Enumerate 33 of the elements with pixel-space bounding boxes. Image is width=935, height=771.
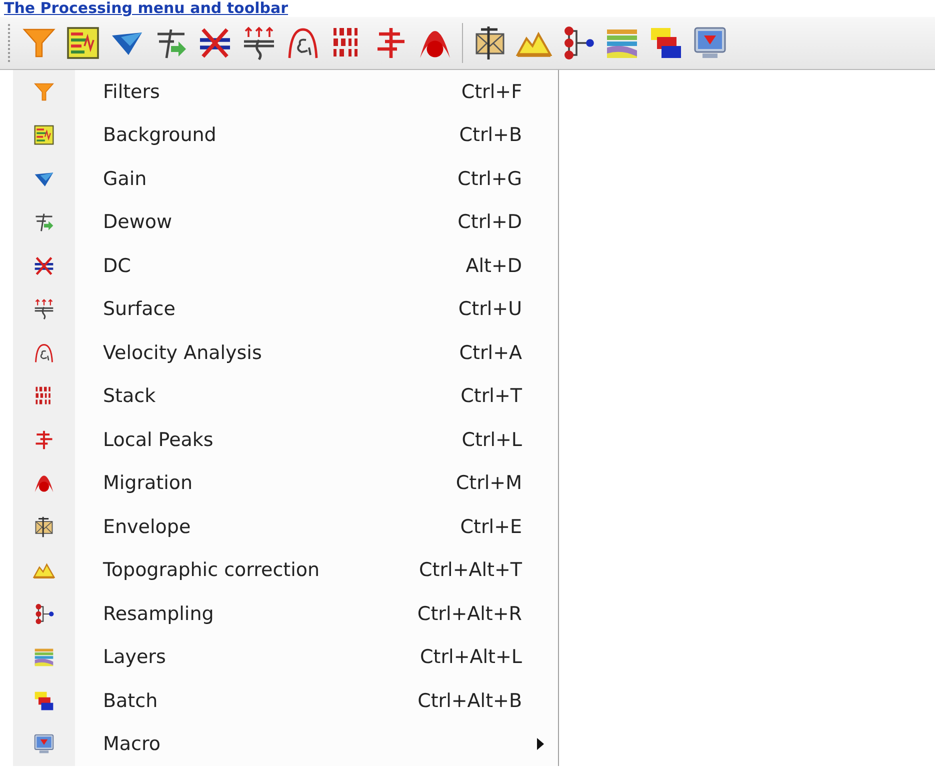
dot-tree-icon	[33, 602, 55, 625]
menu-item[interactable]: Stack Ctrl+T	[13, 374, 558, 418]
menu-item[interactable]: Envelope Ctrl+E	[13, 505, 558, 548]
menu-item[interactable]: Surface Ctrl+U	[13, 288, 558, 331]
heading-link[interactable]: The Processing menu and toolbar	[0, 0, 935, 17]
arc-symbol-icon	[33, 342, 55, 364]
menu-item[interactable]: Filters Ctrl+F	[13, 70, 558, 114]
menu-item[interactable]: Macro	[13, 722, 558, 766]
menu-item[interactable]: Dewow Ctrl+D	[13, 200, 558, 244]
arrows-line-icon	[241, 25, 277, 61]
monitor-icon	[692, 25, 728, 61]
funnel-icon	[33, 80, 55, 103]
stacked-blocks-icon	[33, 690, 55, 712]
stripes-icon	[33, 646, 55, 668]
menu-item[interactable]: Batch Ctrl+Alt+B	[13, 679, 558, 722]
menu-item[interactable]: Background Ctrl+B	[13, 114, 558, 157]
menu-item[interactable]: Velocity Analysis Ctrl+A	[13, 331, 558, 374]
menu-item[interactable]: Topographic correction Ctrl+Alt+T	[13, 548, 558, 592]
peaks-icon	[33, 428, 55, 451]
arrows-line-icon	[33, 298, 55, 320]
monitor-icon	[33, 733, 55, 756]
menu-item[interactable]: Local Peaks Ctrl+L	[13, 418, 558, 462]
chart-panel-icon	[65, 25, 101, 61]
stacked-blocks-icon	[648, 25, 684, 61]
menu-item[interactable]: Layers Ctrl+Alt+L	[13, 636, 558, 679]
menu-item[interactable]: DC Alt+D	[13, 244, 558, 288]
sign-post-icon	[33, 516, 55, 538]
menu-item[interactable]: Gain Ctrl+G	[13, 157, 558, 200]
crossed-lines-icon	[33, 254, 55, 277]
menu-item[interactable]: Migration Ctrl+M	[13, 462, 558, 505]
chart-panel-icon	[33, 124, 55, 146]
trace-arrow-icon	[33, 211, 55, 234]
menu-item[interactable]: Resampling Ctrl+Alt+R	[13, 592, 558, 636]
